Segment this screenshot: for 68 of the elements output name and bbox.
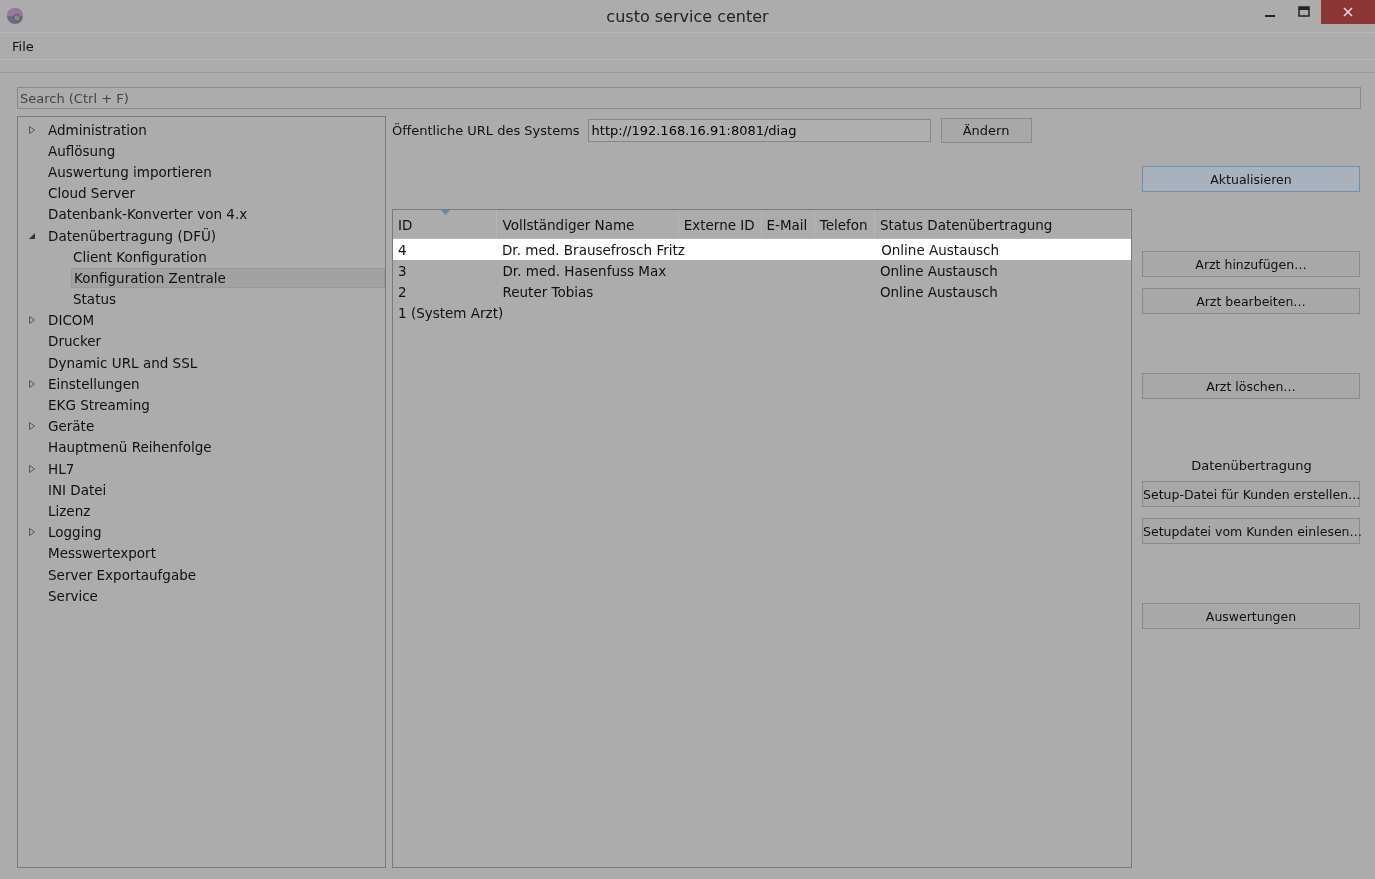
action-button[interactable]: Setup-Datei für Kunden erstellen… bbox=[1142, 481, 1360, 507]
collapsed-arrow-icon[interactable] bbox=[28, 316, 36, 325]
tree-item[interactable]: Service bbox=[46, 586, 385, 605]
table-cell: Online Austausch bbox=[879, 262, 998, 279]
section-heading: Datenübertragung bbox=[1190, 458, 1313, 473]
tree-item[interactable]: Server Exportaufgabe bbox=[46, 565, 385, 584]
action-button[interactable]: Aktualisieren bbox=[1142, 166, 1360, 192]
tree-item[interactable]: Datenbank-Konverter von 4.x bbox=[46, 205, 385, 224]
close-icon bbox=[1342, 6, 1354, 18]
table-cell: Online Austausch bbox=[879, 283, 998, 300]
table-row[interactable]: 1 (System Arzt) bbox=[393, 302, 1131, 324]
app-logo-icon bbox=[5, 6, 25, 26]
tree-item[interactable]: Status bbox=[71, 290, 385, 309]
table-row[interactable]: 2 Reuter Tobias Online Austausch bbox=[393, 281, 1131, 303]
column-header[interactable]: ID bbox=[398, 217, 413, 233]
maximize-icon bbox=[1298, 6, 1310, 18]
column-header[interactable]: Vollständiger Name bbox=[502, 217, 635, 233]
tree-item[interactable]: EKG Streaming bbox=[46, 396, 385, 415]
table-cell: 2 bbox=[398, 283, 407, 300]
tree-item[interactable]: Geräte bbox=[46, 417, 385, 436]
table-cell: Reuter Tobias bbox=[502, 283, 594, 300]
tree-item[interactable]: Lizenz bbox=[46, 501, 385, 520]
tree-item[interactable]: Einstellungen bbox=[46, 374, 385, 393]
menu-item[interactable]: File bbox=[12, 38, 34, 54]
tree-item[interactable]: Logging bbox=[46, 523, 385, 542]
tree-item[interactable]: HL7 bbox=[46, 459, 385, 478]
table-cell: Online Austausch bbox=[881, 241, 999, 258]
tree-item[interactable]: Konfiguration Zentrale bbox=[71, 267, 385, 288]
action-button[interactable]: Setupdatei vom Kunden einlesen… bbox=[1142, 518, 1360, 544]
collapsed-arrow-icon[interactable] bbox=[28, 422, 36, 431]
collapsed-arrow-icon[interactable] bbox=[28, 379, 36, 388]
tree-item[interactable]: Administration bbox=[46, 120, 385, 139]
table-cell: 4 bbox=[398, 241, 407, 258]
table-cell: 3 bbox=[398, 262, 407, 279]
minimize-icon bbox=[1265, 15, 1275, 17]
column-header[interactable]: E-Mail bbox=[766, 217, 808, 233]
collapsed-arrow-icon[interactable] bbox=[28, 125, 36, 134]
tree-item[interactable]: Auflösung bbox=[46, 141, 385, 160]
expanded-arrow-icon[interactable] bbox=[28, 231, 36, 240]
table-cell: Dr. med. Hasenfuss Max bbox=[502, 262, 667, 279]
collapsed-arrow-icon[interactable] bbox=[28, 464, 36, 473]
action-button[interactable]: Arzt bearbeiten… bbox=[1142, 288, 1360, 314]
table-row[interactable]: 4 Dr. med. Brausefrosch Fritz Online Austausch bbox=[393, 239, 1131, 261]
column-header[interactable]: Telefon bbox=[819, 217, 868, 233]
tree-item[interactable]: Auswertung importieren bbox=[46, 162, 385, 181]
tree-item[interactable]: Client Konfiguration bbox=[71, 247, 385, 266]
tree-item[interactable]: Messwertexport bbox=[46, 544, 385, 563]
tree-item[interactable]: Dynamic URL and SSL bbox=[46, 353, 385, 372]
column-header[interactable]: Status Datenübertragung bbox=[879, 217, 1053, 233]
table-cell: 1 (System Arzt) bbox=[398, 305, 504, 322]
tree-item[interactable]: Hauptmenü Reihenfolge bbox=[46, 438, 385, 457]
table-row[interactable]: 3 Dr. med. Hasenfuss Max Online Austausch bbox=[393, 260, 1131, 282]
change-button[interactable]: Ändern bbox=[940, 117, 1032, 143]
action-button[interactable]: Arzt hinzufügen… bbox=[1142, 251, 1360, 277]
collapsed-arrow-icon[interactable] bbox=[28, 528, 36, 537]
tree-item[interactable]: Drucker bbox=[46, 332, 385, 351]
tree-item[interactable]: INI Datei bbox=[46, 480, 385, 499]
action-button[interactable]: Auswertungen bbox=[1142, 603, 1360, 629]
column-header[interactable]: Externe ID bbox=[683, 217, 755, 233]
tree-item[interactable]: DICOM bbox=[46, 311, 385, 330]
search-field[interactable]: Search (Ctrl + F) bbox=[17, 87, 1361, 109]
url-field[interactable]: http://192.168.16.91:8081/diag bbox=[587, 118, 931, 142]
tree-item[interactable]: Datenübertragung (DFÜ) bbox=[46, 226, 385, 245]
url-label: Öffentliche URL des Systems bbox=[392, 122, 580, 138]
tree-item[interactable]: Cloud Server bbox=[46, 184, 385, 203]
action-button[interactable]: Arzt löschen… bbox=[1142, 373, 1360, 399]
table-cell: Dr. med. Brausefrosch Fritz bbox=[501, 241, 685, 258]
window-title: custo service center bbox=[606, 6, 769, 26]
